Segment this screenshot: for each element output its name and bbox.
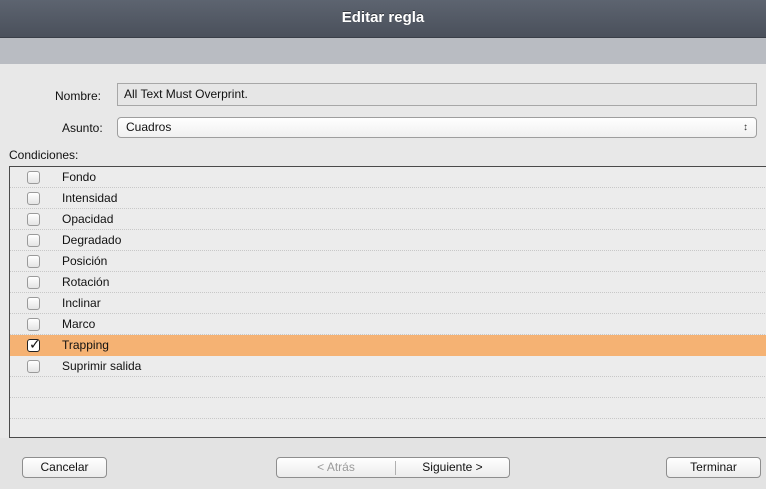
checkbox-rotacion[interactable] [27,276,40,289]
condition-label: Degradado [62,233,122,247]
checkmark-icon: ✓ [29,336,41,352]
checkbox-intensidad[interactable] [27,192,40,205]
condition-label: Marco [62,317,96,331]
empty-row [10,377,766,398]
conditions-label: Condiciones: [9,148,79,162]
condition-label: Inclinar [62,296,101,310]
dialog-titlebar: Editar regla [0,0,766,38]
condition-row[interactable]: Opacidad [10,209,766,230]
condition-label: Intensidad [62,191,118,205]
condition-row[interactable]: Fondo [10,167,766,188]
condition-row-selected[interactable]: ✓ Trapping [10,335,766,356]
subject-value: Cuadros [126,120,172,134]
dialog-title: Editar regla [341,9,425,26]
checkbox-posicion[interactable] [27,255,40,268]
condition-label: Opacidad [62,212,114,226]
condition-row[interactable]: Inclinar [10,293,766,314]
condition-row[interactable]: Rotación [10,272,766,293]
condition-row[interactable]: Marco [10,314,766,335]
navigation-segment: < Atrás Siguiente > [276,457,510,478]
checkbox-opacidad[interactable] [27,213,40,226]
next-button[interactable]: Siguiente > [396,458,509,477]
form-area [0,64,766,168]
checkbox-marco[interactable] [27,318,40,331]
condition-label: Posición [62,254,108,268]
finish-button[interactable]: Terminar [666,457,761,478]
empty-row [10,398,766,419]
conditions-list: Fondo Intensidad Opacidad Degradado Posi… [9,166,766,438]
empty-row [10,419,766,437]
back-button[interactable]: < Atrás [277,458,395,477]
condition-label: Fondo [62,170,97,184]
checkbox-trapping[interactable]: ✓ [27,336,41,352]
condition-label: Suprimir salida [62,359,142,373]
condition-row[interactable]: Intensidad [10,188,766,209]
condition-row[interactable]: Suprimir salida [10,356,766,377]
condition-label: Trapping [62,338,109,352]
toolbar-strip [0,38,766,64]
condition-label: Rotación [62,275,110,289]
condition-row[interactable]: Degradado [10,230,766,251]
subject-label: Asunto: [62,121,103,135]
checkbox-inclinar[interactable] [27,297,40,310]
select-arrows-icon: ↕ [743,122,748,133]
name-label: Nombre: [55,89,102,103]
cancel-button[interactable]: Cancelar [22,457,107,478]
checkbox-degradado[interactable] [27,234,40,247]
checkbox-fondo[interactable] [27,171,40,184]
checkbox-suprimir-salida[interactable] [27,360,40,373]
name-field[interactable]: All Text Must Overprint. [117,83,757,106]
condition-row[interactable]: Posición [10,251,766,272]
subject-select[interactable]: Cuadros ↕ [117,117,757,138]
